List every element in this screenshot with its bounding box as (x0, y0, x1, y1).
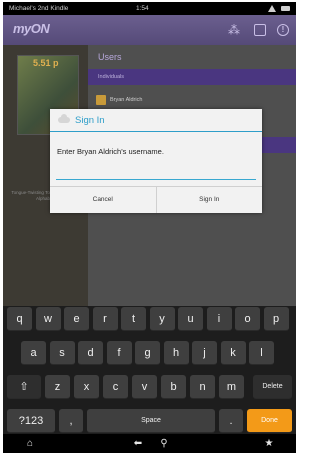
key-z[interactable]: z (45, 375, 70, 399)
key-h[interactable]: h (163, 341, 189, 365)
key-k[interactable]: k (220, 341, 246, 365)
status-bar: Michael's 2nd Kindle 1:54 (3, 2, 296, 15)
numbers-key[interactable]: ?123 (7, 409, 55, 433)
key-t[interactable]: t (121, 307, 146, 331)
shift-key[interactable]: ⇧ (7, 375, 41, 399)
sign-in-dialog: Sign In Enter Bryan Aldrich's username. … (50, 109, 262, 213)
key-c[interactable]: c (103, 375, 128, 399)
key-e[interactable]: e (64, 307, 89, 331)
key-a[interactable]: a (21, 341, 46, 365)
key-n[interactable]: n (190, 375, 215, 399)
user-name: Bryan Aldrich (110, 97, 143, 103)
navigation-bar: ⌂ ⬅ ⚲ ★ (3, 434, 296, 453)
key-o[interactable]: o (235, 307, 260, 331)
key-m[interactable]: m (219, 375, 244, 399)
device-screen: Michael's 2nd Kindle 1:54 myON ⁂ ! 5.51 … (3, 2, 296, 453)
user-list-item[interactable]: Bryan Aldrich (96, 93, 142, 107)
grid-icon[interactable]: ⁂ (227, 23, 241, 37)
done-key[interactable]: Done (247, 409, 292, 433)
on-screen-keyboard: ?123 , Space . Done ⇧ Delete qwertyuiop a… (3, 306, 296, 434)
clock: 1:54 (136, 5, 149, 12)
back-icon[interactable]: ⬅ (131, 437, 145, 450)
space-key[interactable]: Space (87, 409, 215, 433)
key-i[interactable]: i (206, 307, 232, 331)
key-v[interactable]: v (132, 375, 157, 399)
key-y[interactable]: y (149, 307, 175, 331)
key-b[interactable]: b (161, 375, 186, 399)
app-bar: myON ⁂ ! (3, 15, 296, 45)
delete-key[interactable]: Delete (253, 375, 292, 399)
dialog-title: Sign In (75, 114, 105, 126)
wifi-icon (268, 5, 277, 12)
home-icon[interactable]: ⌂ (23, 437, 37, 450)
key-r[interactable]: r (92, 307, 118, 331)
box-icon[interactable] (254, 24, 266, 36)
cloud-icon (58, 114, 70, 123)
section-individuals: Individuals (88, 69, 296, 85)
search-icon[interactable]: ⚲ (157, 437, 171, 450)
username-input[interactable] (56, 179, 256, 180)
dialog-buttons: Cancel Sign In (50, 186, 262, 213)
key-s[interactable]: s (49, 341, 75, 365)
key-w[interactable]: w (35, 307, 61, 331)
dialog-header: Sign In (50, 109, 262, 131)
avatar (96, 95, 106, 105)
key-x[interactable]: x (74, 375, 99, 399)
dialog-message: Enter Bryan Aldrich's username. (57, 147, 164, 156)
key-q[interactable]: q (7, 307, 32, 331)
key-p[interactable]: p (263, 307, 289, 331)
key-l[interactable]: l (249, 341, 274, 365)
key-u[interactable]: u (178, 307, 203, 331)
sign-in-button[interactable]: Sign In (157, 187, 263, 213)
favorite-icon[interactable]: ★ (262, 437, 276, 450)
key-d[interactable]: d (78, 341, 103, 365)
users-title: Users (98, 52, 122, 62)
key-f[interactable]: f (106, 341, 132, 365)
device-name: Michael's 2nd Kindle (9, 5, 69, 12)
battery-icon (281, 6, 290, 11)
cancel-button[interactable]: Cancel (50, 187, 157, 213)
dialog-divider (50, 131, 262, 132)
key-g[interactable]: g (135, 341, 160, 365)
key-j[interactable]: j (192, 341, 217, 365)
period-key[interactable]: . (219, 409, 243, 433)
book-cover-title: 5.51 p (33, 58, 59, 68)
comma-key[interactable]: , (59, 409, 83, 433)
app-logo[interactable]: myON (13, 21, 50, 36)
info-icon[interactable]: ! (277, 24, 289, 36)
